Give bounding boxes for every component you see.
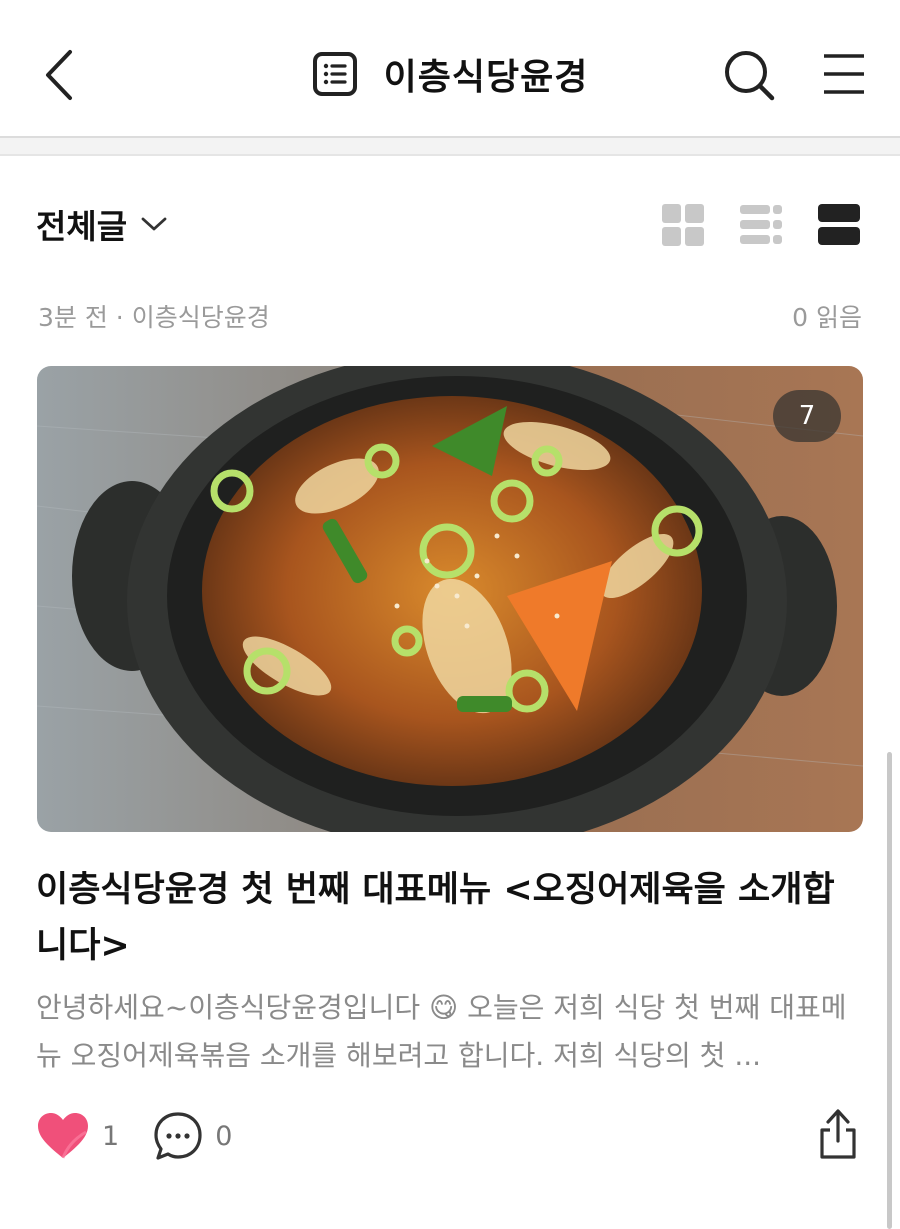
card-view-icon (818, 204, 860, 245)
share-icon (820, 1109, 856, 1159)
blog-title: 이층식당윤경 (383, 57, 589, 98)
header-divider (0, 136, 900, 156)
post-meta: 3분 전 · 이층식당윤경 0 읽음 (38, 298, 862, 338)
comment-count: 0 (215, 1120, 233, 1152)
comment-icon (154, 1112, 202, 1160)
view-mode-switcher (662, 204, 860, 250)
list-view-button[interactable] (740, 204, 782, 250)
like-button[interactable]: 1 (36, 1112, 119, 1160)
grid-view-button[interactable] (662, 204, 704, 250)
like-count: 1 (102, 1120, 120, 1152)
card-view-button[interactable] (818, 204, 860, 250)
post-actions: 1 0 (36, 1108, 860, 1164)
post-read-count: 0 읽음 (792, 303, 862, 332)
list-document-icon (312, 52, 357, 96)
list-view-icon (740, 205, 782, 244)
hamburger-menu-icon (824, 54, 864, 94)
chevron-down-icon (141, 217, 167, 231)
image-count-badge: 7 (773, 390, 841, 442)
post-excerpt[interactable]: 안녕하세요~이층식당윤경입니다 😋 오늘은 저희 식당 첫 번째 대표메뉴 오징… (36, 984, 864, 1080)
food-photo (37, 366, 863, 832)
category-filter-label: 전체글 (36, 207, 128, 246)
post-title[interactable]: 이층식당윤경 첫 번째 대표메뉴 <오징어제육을 소개합니다> (36, 862, 864, 974)
share-button[interactable] (816, 1108, 860, 1164)
search-icon (725, 51, 775, 101)
top-app-bar: 이층식당윤경 (0, 0, 900, 140)
scrollbar[interactable] (887, 752, 892, 1229)
post-thumbnail[interactable]: 7 (37, 366, 863, 832)
grid-view-icon (662, 204, 704, 246)
heart-icon (38, 1113, 88, 1159)
category-filter-dropdown[interactable]: 전체글 (36, 200, 167, 248)
menu-button[interactable] (820, 48, 868, 106)
comment-button[interactable]: 0 (153, 1111, 232, 1161)
post-time-author: 3분 전 · 이층식당윤경 (38, 303, 270, 332)
search-button[interactable] (722, 48, 776, 106)
